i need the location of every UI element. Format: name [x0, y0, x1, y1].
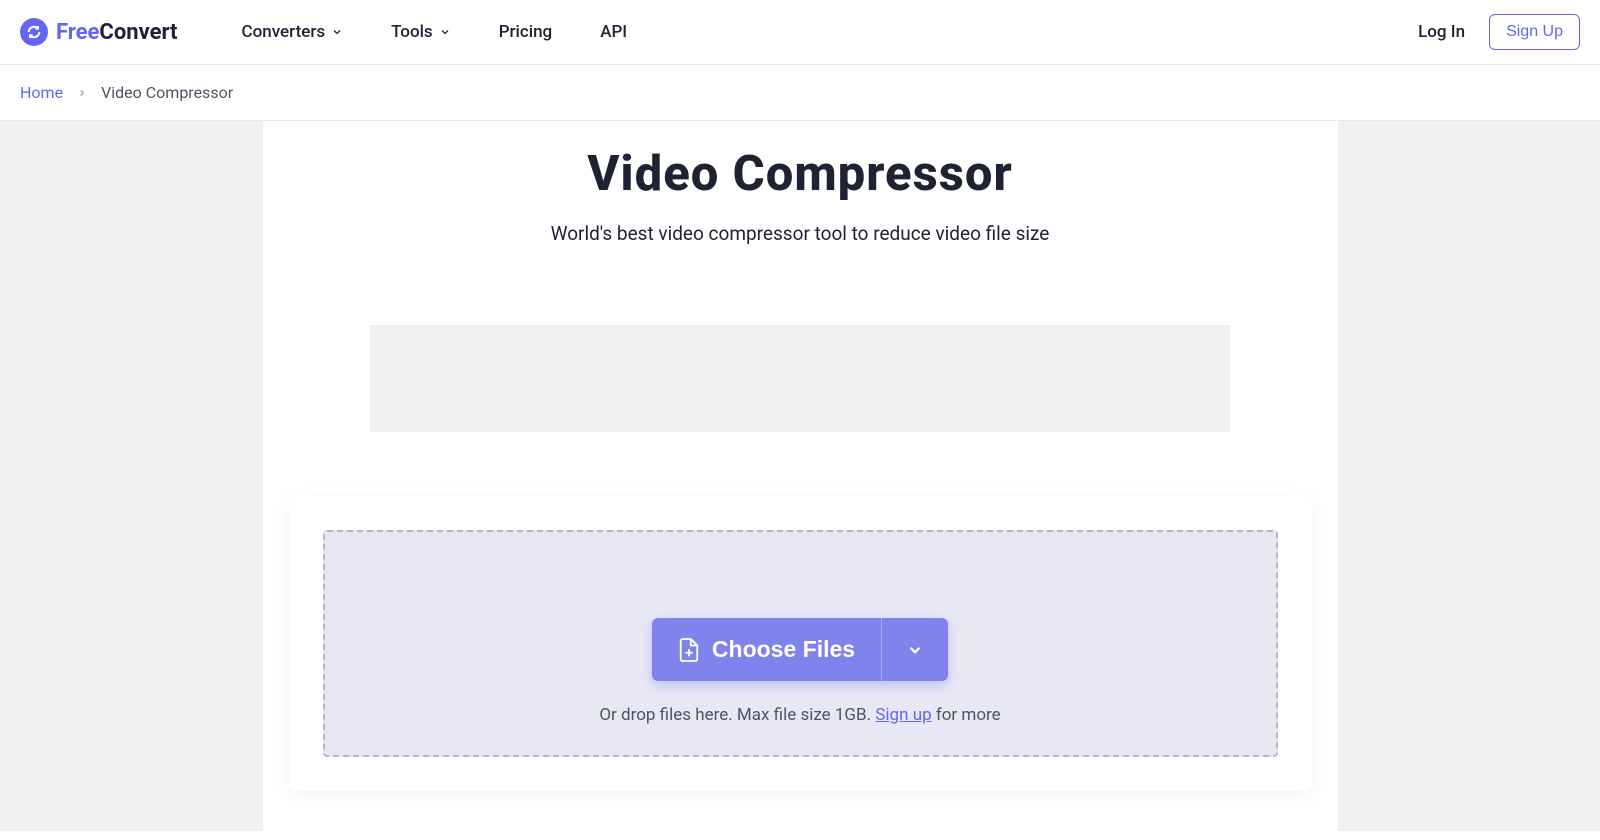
logo-convert: Convert — [99, 20, 177, 45]
choose-files-dropdown[interactable] — [881, 618, 948, 681]
chevron-down-icon — [439, 26, 451, 38]
signup-button[interactable]: Sign Up — [1489, 14, 1580, 50]
file-add-icon — [678, 637, 700, 663]
chevron-down-icon — [906, 641, 924, 659]
nav-converters-label: Converters — [242, 22, 326, 42]
chevron-down-icon — [331, 26, 343, 38]
main-nav: Converters Tools Pricing API — [242, 22, 628, 42]
content-container: Video Compressor World's best video comp… — [263, 121, 1338, 831]
choose-files-label: Choose Files — [712, 636, 855, 663]
drop-text: Or drop files here. Max file size 1GB. S… — [345, 705, 1256, 725]
logo-text: FreeConvert — [56, 20, 178, 45]
nav-tools-label: Tools — [391, 22, 433, 42]
login-link[interactable]: Log In — [1418, 22, 1465, 42]
choose-files-button[interactable]: Choose Files — [652, 618, 881, 681]
logo[interactable]: FreeConvert — [20, 18, 178, 46]
choose-files-group: Choose Files — [652, 618, 948, 681]
page-subtitle: World's best video compressor tool to re… — [263, 222, 1338, 245]
drop-text-prefix: Or drop files here. Max file size 1GB. — [599, 705, 875, 725]
logo-free: Free — [56, 20, 99, 45]
page-background: Video Compressor World's best video comp… — [0, 121, 1600, 831]
nav-pricing-label: Pricing — [499, 22, 553, 42]
upload-card: Choose Files Or drop files here. Max fil… — [289, 496, 1312, 791]
breadcrumb: Home Video Compressor — [0, 65, 1600, 121]
nav-converters[interactable]: Converters — [242, 22, 344, 42]
logo-icon — [20, 18, 48, 46]
header: FreeConvert Converters Tools Pricing API… — [0, 0, 1600, 65]
header-right: Log In Sign Up — [1418, 14, 1580, 50]
signup-link-inline[interactable]: Sign up — [875, 705, 931, 725]
breadcrumb-current: Video Compressor — [101, 83, 233, 102]
nav-pricing[interactable]: Pricing — [499, 22, 553, 42]
breadcrumb-home[interactable]: Home — [20, 83, 63, 102]
dropzone[interactable]: Choose Files Or drop files here. Max fil… — [323, 530, 1278, 757]
ad-placeholder — [370, 325, 1230, 432]
nav-api[interactable]: API — [600, 22, 627, 42]
drop-text-suffix: for more — [932, 705, 1001, 725]
page-title: Video Compressor — [263, 145, 1338, 202]
nav-tools[interactable]: Tools — [391, 22, 451, 42]
chevron-right-icon — [77, 88, 87, 98]
nav-api-label: API — [600, 22, 627, 42]
